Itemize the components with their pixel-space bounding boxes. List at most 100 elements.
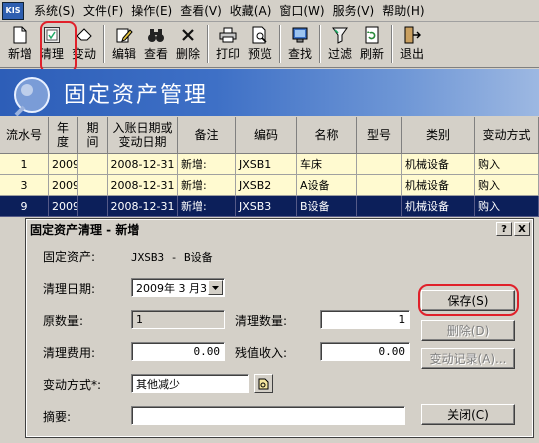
clean-icon	[42, 25, 62, 45]
summary-field[interactable]	[131, 406, 405, 425]
cell-date: 2008-12-31	[108, 196, 178, 217]
find-button[interactable]: 查找	[284, 22, 316, 66]
module-banner: 固定资产管理	[0, 69, 539, 116]
lookup-button[interactable]	[254, 374, 273, 393]
edit-label: 编辑	[111, 47, 136, 61]
cell-category: 机械设备	[402, 154, 475, 175]
print-button[interactable]: 打印	[212, 22, 244, 66]
menu-file[interactable]: 文件(F)	[79, 1, 127, 21]
banner-title: 固定资产管理	[64, 83, 209, 108]
edit-icon	[114, 25, 134, 45]
clean-qty-value: 1	[398, 313, 405, 326]
find-label: 查找	[287, 47, 312, 61]
table-row-selected[interactable]: 9 2009 2008-12-31 新增: JXSB3 B设备 机械设备 购入	[0, 196, 539, 217]
menu-window[interactable]: 窗口(W)	[275, 1, 328, 21]
cell-no: 9	[0, 196, 49, 217]
col-header-code[interactable]: 编码	[236, 117, 297, 154]
cell-date: 2008-12-31	[108, 175, 178, 196]
change-way-label: 变动方式*:	[43, 378, 102, 392]
refresh-button[interactable]: 刷新	[356, 22, 388, 66]
toolbar: 新增 清理 变动 编辑 查看 删除 打印 预览 查找 过滤 刷新 退出	[0, 22, 539, 68]
asset-clean-dialog: 固定资产清理 - 新增 ? X 固定资产: JXSB3 - B设备 清理日期: …	[25, 218, 534, 438]
col-header-year[interactable]: 年度	[49, 117, 78, 154]
cell-model	[357, 175, 402, 196]
new-label: 新增	[7, 47, 32, 61]
menu-favorites[interactable]: 收藏(A)	[226, 1, 276, 21]
residual-value: 0.00	[378, 345, 406, 358]
print-label: 打印	[215, 47, 240, 61]
change-history-button[interactable]: 变动记录(A)...	[421, 348, 515, 369]
cell-category: 机械设备	[402, 175, 475, 196]
menu-operation[interactable]: 操作(E)	[127, 1, 176, 21]
close-button[interactable]: 关闭(C)	[421, 404, 515, 425]
cell-code: JXSB2	[236, 175, 297, 196]
clean-fee-value: 0.00	[193, 345, 221, 358]
save-button[interactable]: 保存(S)	[421, 290, 515, 311]
print-icon	[218, 25, 238, 45]
col-header-way[interactable]: 变动方式	[475, 117, 539, 154]
cell-note: 新增:	[178, 196, 236, 217]
clean-button[interactable]: 清理	[36, 22, 68, 66]
cell-no: 3	[0, 175, 49, 196]
asset-grid: 流水号 年度 期间 入账日期或变动日期 备注 编码 名称 型号 类别 变动方式 …	[0, 117, 539, 217]
lookup-icon	[258, 378, 269, 389]
cell-way: 购入	[475, 154, 539, 175]
change-button[interactable]: 变动	[68, 22, 100, 66]
cell-model	[357, 154, 402, 175]
toolbar-separator	[207, 25, 209, 63]
cell-code: JXSB1	[236, 154, 297, 175]
dropdown-arrow-icon[interactable]	[208, 280, 223, 295]
clean-fee-field[interactable]: 0.00	[131, 342, 225, 361]
col-header-note[interactable]: 备注	[178, 117, 236, 154]
residual-label: 残值收入:	[235, 346, 288, 360]
clean-qty-label: 清理数量:	[235, 314, 288, 328]
cell-year: 2009	[49, 196, 78, 217]
delete-button[interactable]: 删除	[172, 22, 204, 66]
menu-view[interactable]: 查看(V)	[176, 1, 226, 21]
delete-record-button[interactable]: 删除(D)	[421, 320, 515, 341]
clean-qty-field[interactable]: 1	[320, 310, 410, 329]
toolbar-separator	[391, 25, 393, 63]
clean-fee-label: 清理费用:	[43, 346, 96, 360]
exit-icon	[402, 25, 422, 45]
menu-service[interactable]: 服务(V)	[329, 1, 379, 21]
cell-note: 新增:	[178, 175, 236, 196]
exit-label: 退出	[399, 47, 424, 61]
menu-bar: KIS 系统(S) 文件(F) 操作(E) 查看(V) 收藏(A) 窗口(W) …	[0, 0, 539, 22]
new-button[interactable]: 新增	[4, 22, 36, 66]
asset-value: JXSB3 - B设备	[131, 251, 213, 264]
col-header-no[interactable]: 流水号	[0, 117, 49, 154]
filter-button[interactable]: 过滤	[324, 22, 356, 66]
exit-button[interactable]: 退出	[396, 22, 428, 66]
cell-name: 车床	[297, 154, 357, 175]
residual-field[interactable]: 0.00	[320, 342, 410, 361]
view-button[interactable]: 查看	[140, 22, 172, 66]
col-header-period[interactable]: 期间	[78, 117, 108, 154]
table-row[interactable]: 1 2009 2008-12-31 新增: JXSB1 车床 机械设备 购入	[0, 154, 539, 175]
col-header-model[interactable]: 型号	[357, 117, 402, 154]
cell-code: JXSB3	[236, 196, 297, 217]
col-header-date[interactable]: 入账日期或变动日期	[108, 117, 178, 154]
table-row[interactable]: 3 2009 2008-12-31 新增: JXSB2 A设备 机械设备 购入	[0, 175, 539, 196]
menu-help[interactable]: 帮助(H)	[378, 1, 428, 21]
view-label: 查看	[143, 47, 168, 61]
menu-system[interactable]: 系统(S)	[30, 1, 79, 21]
change-way-field[interactable]: 其他减少	[131, 374, 249, 393]
cell-name: A设备	[297, 175, 357, 196]
col-header-category[interactable]: 类别	[402, 117, 475, 154]
edit-button[interactable]: 编辑	[108, 22, 140, 66]
asset-label: 固定资产:	[43, 250, 96, 264]
dialog-titlebar: 固定资产清理 - 新增 ? X	[27, 220, 532, 239]
orig-qty-field: 1	[131, 310, 225, 329]
preview-button[interactable]: 预览	[244, 22, 276, 66]
close-icon[interactable]: X	[514, 222, 530, 236]
cell-category: 机械设备	[402, 196, 475, 217]
clean-date-label: 清理日期:	[43, 282, 96, 296]
binoculars-icon	[146, 25, 166, 45]
cell-year: 2009	[49, 154, 78, 175]
clean-date-picker[interactable]: 2009年 3 月31	[131, 278, 225, 297]
orig-qty-label: 原数量:	[43, 314, 84, 328]
col-header-name[interactable]: 名称	[297, 117, 357, 154]
help-button[interactable]: ?	[496, 222, 512, 236]
clean-date-value: 2009年 3 月31	[136, 281, 214, 295]
